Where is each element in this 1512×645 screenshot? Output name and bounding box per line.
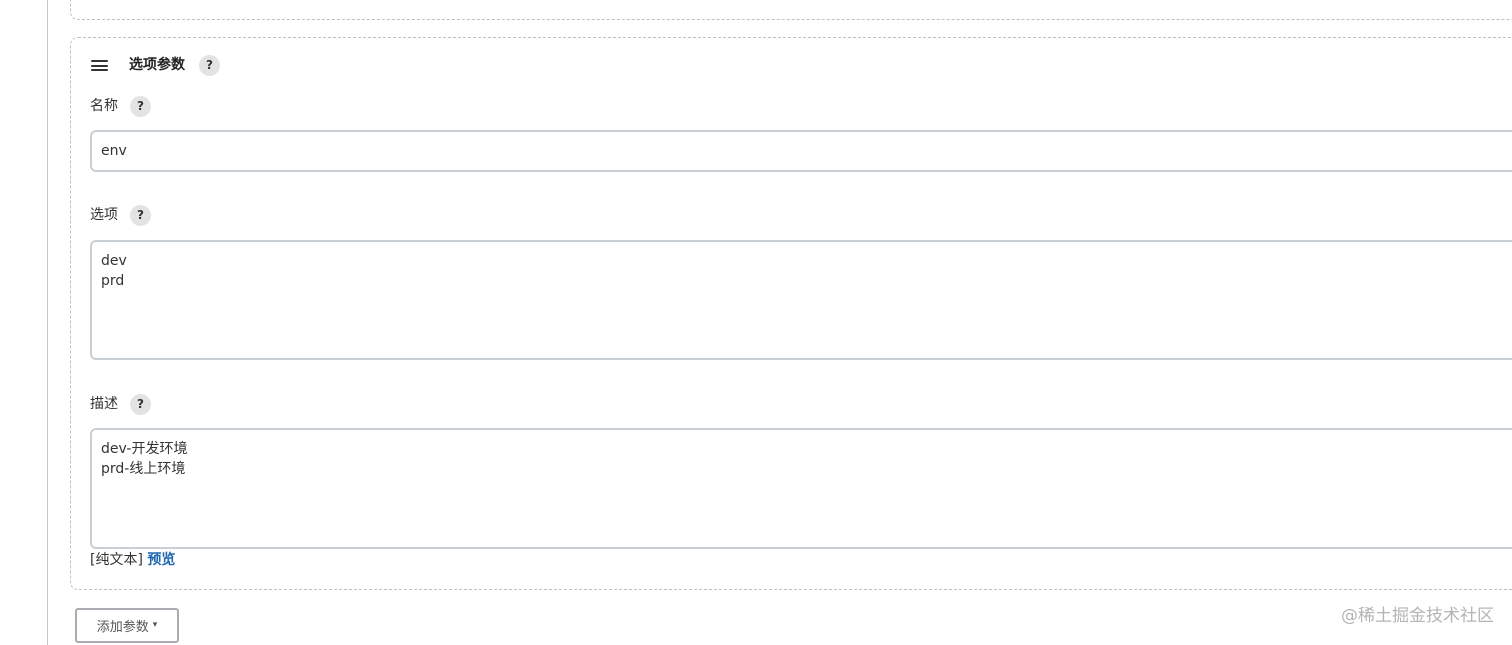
add-parameter-button[interactable]: 添加参数 ▾	[75, 608, 179, 643]
choices-field-label: 选项	[90, 207, 118, 223]
description-line: prd-线上环境	[101, 461, 186, 477]
name-field-label: 名称	[90, 98, 118, 114]
add-parameter-label: 添加参数	[96, 620, 149, 635]
caret-down-icon: ▾	[152, 620, 158, 630]
name-input[interactable]: env	[90, 130, 1512, 172]
drag-handle-icon[interactable]	[91, 60, 108, 71]
build-parameters-page: 选项参数 ? 名称 ? env 选项 ? dev prd 描述 ? dev-开发…	[0, 0, 1512, 645]
markup-syntax-row: [纯文本] 预览	[90, 551, 175, 569]
choices-line: prd	[101, 273, 125, 289]
left-divider	[47, 0, 48, 645]
choices-help-icon[interactable]: ?	[130, 205, 151, 226]
name-help-icon[interactable]: ?	[130, 96, 151, 117]
description-field-label: 描述	[90, 396, 118, 412]
description-help-icon[interactable]: ?	[130, 394, 151, 415]
choices-textarea[interactable]: dev prd	[90, 240, 1512, 360]
choices-line: dev	[101, 253, 127, 269]
preview-link[interactable]: 预览	[147, 552, 175, 568]
description-textarea[interactable]: dev-开发环境 prd-线上环境	[90, 428, 1512, 549]
watermark: @稀土掘金技术社区	[1341, 606, 1494, 626]
parameter-help-icon[interactable]: ?	[199, 55, 220, 76]
parameter-block-title: 选项参数	[129, 57, 185, 73]
markup-mode-label: [纯文本]	[90, 552, 143, 568]
description-line: dev-开发环境	[101, 441, 188, 457]
previous-parameter-block	[70, 0, 1512, 20]
